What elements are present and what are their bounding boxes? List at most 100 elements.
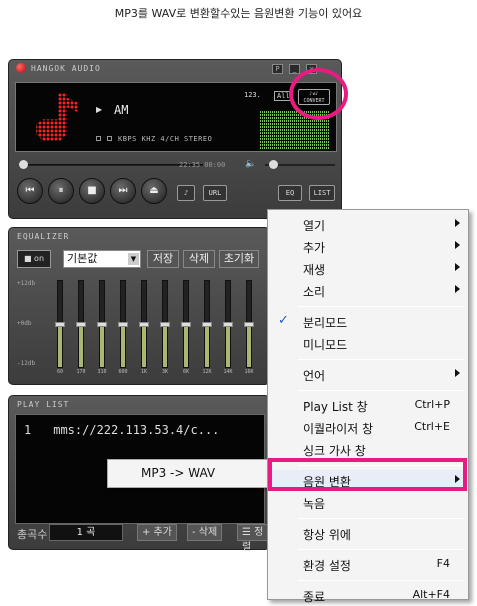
menu-item-shortcut: Ctrl+E bbox=[414, 420, 450, 433]
eq-slider-knob[interactable] bbox=[244, 322, 254, 327]
eq-slider-knob[interactable] bbox=[97, 322, 107, 327]
list-item-number: 1 bbox=[24, 423, 32, 437]
menu-item-2[interactable]: 재생 bbox=[268, 258, 468, 278]
volume-knob[interactable] bbox=[269, 160, 278, 169]
menu-item-8[interactable]: 언어 bbox=[268, 364, 468, 384]
eq-slider-knob[interactable] bbox=[223, 322, 233, 327]
eq-on-toggle[interactable]: ■ on bbox=[17, 250, 51, 268]
app-logo-icon bbox=[16, 63, 26, 73]
playlist-sort-button[interactable]: ☰ 정렬 bbox=[237, 524, 269, 553]
equalizer-window: EQUALIZER ■ on 기본값 ▼ 저장 삭제 초기화 +12db +0d… bbox=[8, 227, 270, 385]
menu-item-1[interactable]: 추가 bbox=[268, 236, 468, 256]
menu-item-0[interactable]: 열기 bbox=[268, 214, 468, 234]
eq-slider-6k[interactable] bbox=[181, 280, 191, 368]
time-display: 22:35 00:00 bbox=[179, 161, 226, 169]
eq-button[interactable]: EQ bbox=[278, 185, 302, 201]
eq-slider-3k[interactable] bbox=[160, 280, 170, 368]
menu-item-label: 종료 bbox=[303, 590, 326, 604]
eq-slider-knob[interactable] bbox=[118, 322, 128, 327]
url-button[interactable]: URL bbox=[203, 185, 227, 201]
folder-icon: ♪ bbox=[183, 189, 189, 197]
pause-button[interactable]: ⏸ bbox=[48, 178, 74, 204]
menu-item-6[interactable]: 미니모드 bbox=[268, 333, 468, 353]
eq-slider-fill bbox=[163, 324, 167, 367]
eq-slider-310[interactable] bbox=[97, 280, 107, 368]
list-button[interactable]: LIST bbox=[309, 185, 335, 201]
submenu-item-mp3-to-wav[interactable]: MP3 -> WAV bbox=[141, 466, 215, 480]
next-button[interactable]: ⏭ bbox=[110, 178, 136, 204]
seek-row: 22:35 00:00 🔈 bbox=[19, 159, 339, 170]
submenu-arrow-icon bbox=[455, 219, 460, 227]
menu-item-19[interactable]: 환경 설정 F4 bbox=[268, 554, 468, 574]
menu-item-17[interactable]: 항상 위에 bbox=[268, 523, 468, 543]
stop-icon: ■ bbox=[87, 185, 97, 196]
track-number-label[interactable]: 123. bbox=[244, 91, 261, 99]
menu-separator bbox=[298, 580, 464, 581]
equalizer-titlebar[interactable]: EQUALIZER bbox=[9, 228, 269, 244]
eq-preset-select[interactable]: 기본값 ▼ bbox=[63, 250, 141, 268]
menu-item-label: 녹음 bbox=[303, 497, 326, 511]
minimize-button[interactable]: _ bbox=[289, 64, 300, 74]
eq-slider-170[interactable] bbox=[76, 280, 86, 368]
eq-slider-fill bbox=[58, 324, 62, 367]
eq-slider-fill bbox=[226, 324, 230, 367]
convert-highlight-circle bbox=[289, 68, 348, 120]
eq-delete-button[interactable]: 삭제 bbox=[183, 250, 215, 268]
menu-item-shortcut: F4 bbox=[436, 557, 450, 570]
eq-slider-60[interactable] bbox=[55, 280, 65, 368]
eq-slider-knob[interactable] bbox=[181, 322, 191, 327]
playlist-toggle-button[interactable]: P bbox=[272, 64, 283, 74]
convert-submenu: MP3 -> WAV bbox=[107, 459, 287, 488]
eq-slider-fill bbox=[184, 324, 188, 367]
open-folder-button[interactable]: ♪ bbox=[177, 185, 195, 201]
eq-slider-knob[interactable] bbox=[55, 322, 65, 327]
eq-slider-1k[interactable] bbox=[139, 280, 149, 368]
eq-freq-label: 16K bbox=[244, 369, 254, 375]
menu-separator bbox=[298, 518, 464, 519]
seek-knob[interactable] bbox=[19, 160, 28, 169]
menu-separator bbox=[298, 359, 464, 360]
menu-item-11[interactable]: 이퀄라이저 창 Ctrl+E bbox=[268, 417, 468, 437]
next-icon: ⏭ bbox=[118, 185, 128, 196]
list-item-text: mms://222.113.53.4/c... bbox=[53, 423, 220, 437]
menu-item-15[interactable]: 녹음 bbox=[268, 492, 468, 512]
stop-button[interactable]: ■ bbox=[79, 178, 105, 204]
menu-item-12[interactable]: 싱크 가사 창 bbox=[268, 439, 468, 459]
eject-button[interactable]: ⏏ bbox=[141, 178, 167, 204]
menu-item-21[interactable]: 종료 Alt+F4 bbox=[268, 585, 468, 605]
eq-slider-600[interactable] bbox=[118, 280, 128, 368]
eq-save-button[interactable]: 저장 bbox=[147, 250, 179, 268]
menu-item-5[interactable]: ✓ 분리모드 bbox=[268, 311, 468, 331]
submenu-arrow-icon bbox=[455, 263, 460, 271]
eq-slider-16k[interactable] bbox=[244, 280, 254, 368]
seek-bar[interactable] bbox=[23, 164, 203, 166]
caption-text: MP3를 WAV로 변환할수있는 음원변환 기능이 있어요 bbox=[114, 7, 363, 20]
eq-slider-fill bbox=[247, 324, 251, 367]
eq-slider-knob[interactable] bbox=[76, 322, 86, 327]
eq-freq-label: 14K bbox=[223, 369, 233, 375]
playlist-titlebar[interactable]: PLAY LIST bbox=[9, 396, 269, 412]
eq-slider-fill bbox=[142, 324, 146, 367]
playlist-remove-button[interactable]: - 삭제 bbox=[187, 524, 223, 541]
playlist-add-button[interactable]: + 추가 bbox=[137, 524, 177, 541]
menu-item-10[interactable]: Play List 창 Ctrl+P bbox=[268, 395, 468, 415]
menu-item-label: 미니모드 bbox=[303, 338, 348, 352]
menu-item-label: 언어 bbox=[303, 369, 326, 383]
player-title: HANGOK AUDIO bbox=[31, 64, 101, 73]
menu-item-label: 열기 bbox=[303, 219, 326, 233]
eq-slider-knob[interactable] bbox=[202, 322, 212, 327]
eq-reset-button[interactable]: 초기화 bbox=[219, 250, 259, 268]
pause-icon: ⏸ bbox=[58, 185, 64, 196]
eq-slider-knob[interactable] bbox=[160, 322, 170, 327]
total-count-label: 총곡수 bbox=[17, 528, 48, 541]
submenu-arrow-icon bbox=[455, 241, 460, 249]
menu-item-3[interactable]: 소리 bbox=[268, 280, 468, 300]
total-count-value: 1 곡 bbox=[49, 524, 123, 541]
eq-slider-12k[interactable] bbox=[202, 280, 212, 368]
eq-slider-knob[interactable] bbox=[139, 322, 149, 327]
chevron-down-icon: ▼ bbox=[128, 253, 139, 265]
eq-slider-14k[interactable] bbox=[223, 280, 233, 368]
list-item[interactable]: 1 mms://222.113.53.4/c... bbox=[24, 423, 219, 437]
prev-button[interactable]: ⏮ bbox=[17, 178, 43, 204]
menu-separator bbox=[298, 549, 464, 550]
